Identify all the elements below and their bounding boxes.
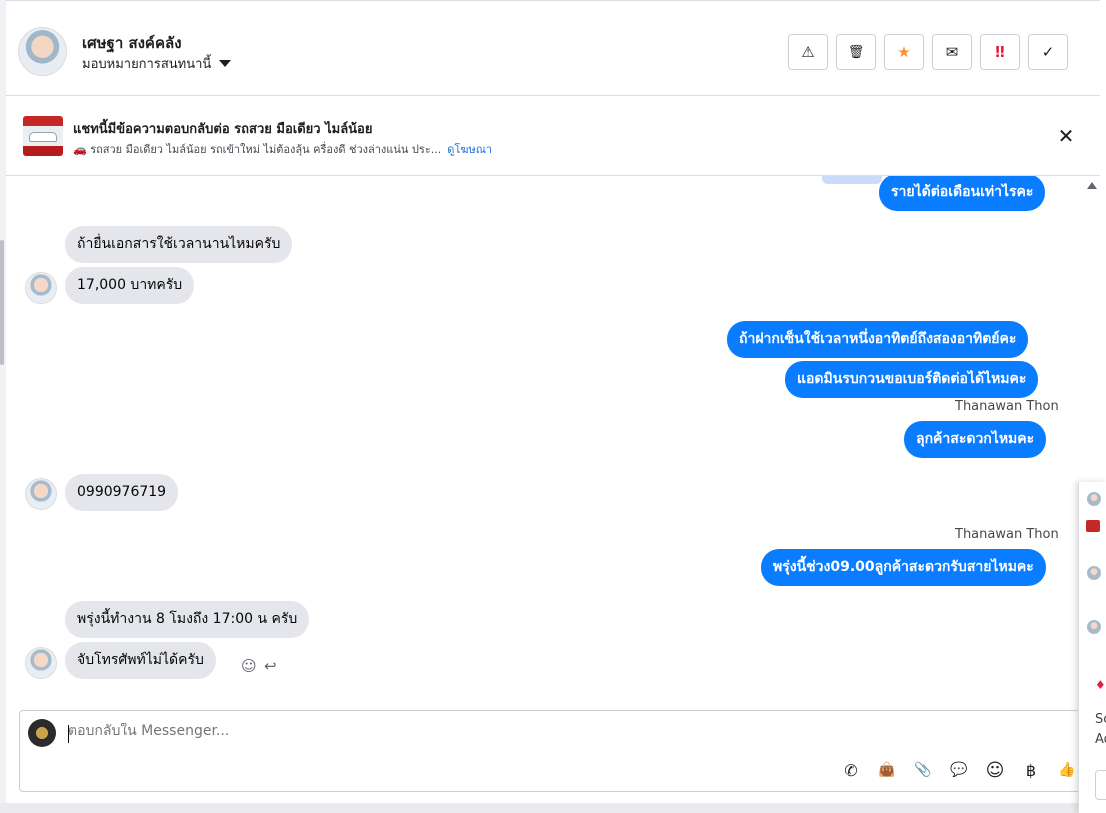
text-cursor <box>68 725 69 743</box>
message-bubble[interactable]: แอดมินรบกวนขอเบอร์ติดต่อได้ไหมคะ <box>785 361 1039 398</box>
shopping-bag-icon[interactable]: 👜 <box>876 759 898 781</box>
assign-label: มอบหมายการสนทนานี้ <box>82 57 212 72</box>
avatar[interactable] <box>25 272 57 304</box>
star-icon: ★ <box>897 43 911 61</box>
composer-toolbar: ✆ 👜 📎 💬 ☺ ฿ 👍 <box>840 759 1078 781</box>
message-bubble[interactable]: ถ้ายื่นเอกสารใช้เวลานานไหมครับ <box>65 226 293 263</box>
ad-thumbnail[interactable] <box>23 116 63 156</box>
check-icon: ✓ <box>1041 43 1055 61</box>
car-icon <box>29 132 57 142</box>
star-button[interactable]: ★ <box>884 34 924 70</box>
avatar[interactable] <box>25 647 57 679</box>
reply-input[interactable] <box>68 723 768 739</box>
mark-done-button[interactable]: ✓ <box>1028 34 1068 70</box>
thumbs-up-icon[interactable]: 👍 <box>1056 759 1078 781</box>
side-button[interactable] <box>1095 770 1106 800</box>
notification-icon: ♦ <box>1095 678 1106 692</box>
emoji-react-icon[interactable]: ☺ <box>241 657 257 675</box>
avatar[interactable] <box>18 27 67 76</box>
exclamation-icon: ‼ <box>995 43 1005 61</box>
message-bubble[interactable]: ลุกค้าสะดวกไหมคะ <box>904 421 1047 458</box>
bottom-strip <box>0 803 1078 813</box>
assign-conversation-dropdown[interactable]: มอบหมายการสนทนานี้ <box>82 53 232 74</box>
envelope-icon: ✉ <box>945 43 959 61</box>
trash-icon: 🗑 <box>847 44 865 60</box>
avatar[interactable] <box>1087 620 1101 634</box>
message-bubble[interactable]: พรุ่งนี้ช่วง09.00ลูกค้าสะดวกรับสายไหมคะ <box>761 549 1046 586</box>
side-popup-panel: ♦ Sc Ad <box>1078 482 1106 813</box>
conversation-pane: เศษฐา สงค์คลัง มอบหมายการสนทนานี้ ⚠ 🗑 ★ … <box>6 0 1100 813</box>
caret-down-icon <box>219 60 232 67</box>
message-bubble[interactable]: 0990976719 <box>65 474 179 511</box>
avatar[interactable] <box>1087 492 1101 506</box>
view-ad-link[interactable]: ดูโฆษณา <box>447 140 492 158</box>
message-bubble[interactable]: พรุ่งนี้ทำงาน 8 โมงถึง 17:00 น ครับ <box>65 601 310 638</box>
ad-description: 🚗 รถสวย มือเดียว ไมล์น้อย รถเข้าใหม่ ไม่… <box>73 143 442 156</box>
avatar[interactable] <box>1087 566 1101 580</box>
ad-reply-banner: แชทนี้มีข้อความตอบกลับต่อ รถสวย มือเดียว… <box>6 96 1100 176</box>
scroll-up-icon[interactable] <box>1087 182 1097 189</box>
scrollbar-thumb[interactable] <box>0 240 4 365</box>
message-list: รายได้ต่อเดือนเท่าไรคะ ถ้ายื่นเอกสารใช้เ… <box>6 176 1084 706</box>
avatar[interactable] <box>25 478 57 510</box>
side-text: Sc <box>1095 712 1106 727</box>
message-bubble[interactable]: 17,000 บาทครับ <box>65 267 195 304</box>
ad-subtitle: 🚗 รถสวย มือเดียว ไมล์น้อย รถเข้าใหม่ ไม่… <box>73 140 492 158</box>
mark-unread-button[interactable]: ✉ <box>932 34 972 70</box>
close-icon[interactable]: ✕ <box>1054 124 1078 148</box>
sender-name: Thanawan Thon <box>955 399 1059 414</box>
baht-icon[interactable]: ฿ <box>1020 759 1042 781</box>
conversation-header: เศษฐา สงค์คลัง มอบหมายการสนทนานี้ ⚠ 🗑 ★ … <box>6 0 1100 96</box>
message-bubble[interactable]: รายได้ต่อเดือนเท่าไรคะ <box>879 176 1046 211</box>
side-text: Ad <box>1095 732 1106 747</box>
report-button[interactable]: ⚠ <box>788 34 828 70</box>
emoji-icon[interactable]: ☺ <box>984 759 1006 781</box>
delete-button[interactable]: 🗑 <box>836 34 876 70</box>
sender-name: Thanawan Thon <box>955 527 1059 542</box>
message-bubble[interactable]: ถ้าฝากเซ็นใช้เวลาหนึ่งอาทิตย์ถึงสองอาทิต… <box>727 321 1029 358</box>
message-bubble[interactable]: จับโทรศัพท์ไม่ได้ครับ <box>65 642 216 679</box>
contact-name[interactable]: เศษฐา สงค์คลัง <box>82 31 182 55</box>
paperclip-icon[interactable]: 📎 <box>912 759 934 781</box>
warning-icon: ⚠ <box>801 43 815 61</box>
header-actions: ⚠ 🗑 ★ ✉ ‼ ✓ <box>788 34 1068 70</box>
reply-composer: ✆ 👜 📎 💬 ☺ ฿ 👍 <box>19 710 1095 792</box>
reply-icon[interactable]: ↩ <box>264 657 277 675</box>
previous-message-edge <box>822 176 882 184</box>
follow-up-button[interactable]: ‼ <box>980 34 1020 70</box>
ad-title: แชทนี้มีข้อความตอบกลับต่อ รถสวย มือเดียว… <box>73 122 373 137</box>
phone-add-icon[interactable]: ✆ <box>840 759 862 781</box>
page-avatar <box>28 719 56 747</box>
saved-reply-icon[interactable]: 💬 <box>948 759 970 781</box>
ad-thumbnail[interactable] <box>1086 520 1100 532</box>
